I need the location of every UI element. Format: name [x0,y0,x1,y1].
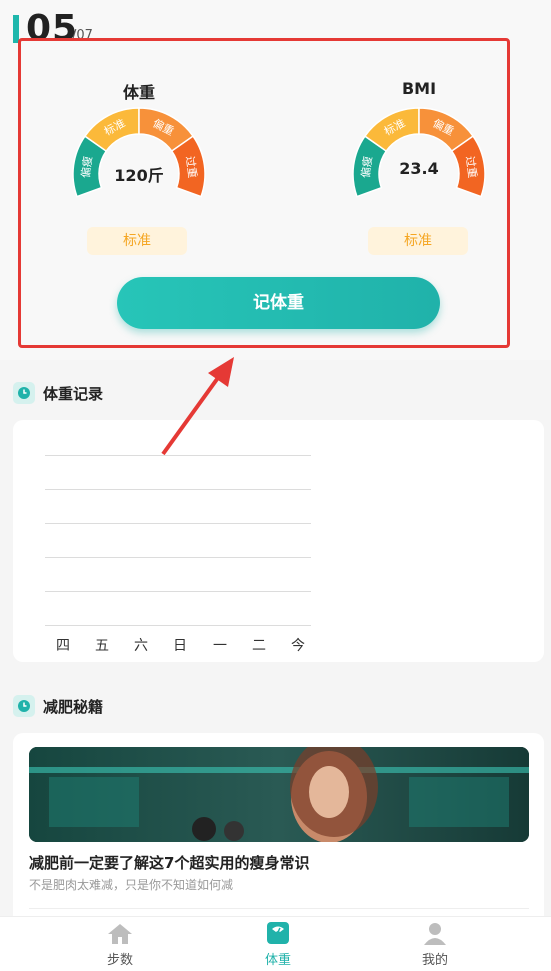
tab-steps-label: 步数 [106,953,133,968]
article-image[interactable] [29,747,529,842]
article-title[interactable]: 减肥前一定要了解这7个超实用的瘦身常识 [29,852,309,873]
day-label: 六 [134,638,148,654]
gridline [45,625,311,626]
tab-weight-label: 体重 [264,953,291,968]
day-label-today: 今 [291,638,305,654]
bottom-tab-bar: 步数 体重 我的 [0,916,551,971]
day-label: 一 [213,638,227,654]
gridline [45,591,311,592]
tips-section-title: 减肥秘籍 [13,695,103,717]
day-label: 四 [56,638,70,654]
gridline [45,489,311,490]
tips-title-text: 减肥秘籍 [43,697,104,716]
annotation-arrow-icon [161,357,234,456]
highlight-box [18,38,510,348]
article-subtitle: 不是肥肉太难减，只是你不知道如何减 [29,878,234,892]
scale-icon [267,922,289,944]
divider [29,908,529,909]
day-label: 二 [252,638,266,654]
home-icon [108,924,132,944]
records-section-title: 体重记录 [13,382,103,404]
clock-icon [13,695,35,717]
user-icon [424,923,446,945]
records-title-text: 体重记录 [43,384,104,403]
clock-icon [13,382,35,404]
tab-mine-label: 我的 [421,953,448,968]
day-label: 五 [95,638,109,654]
gridline [45,523,311,524]
day-label: 日 [173,638,187,654]
gridline [45,557,311,558]
